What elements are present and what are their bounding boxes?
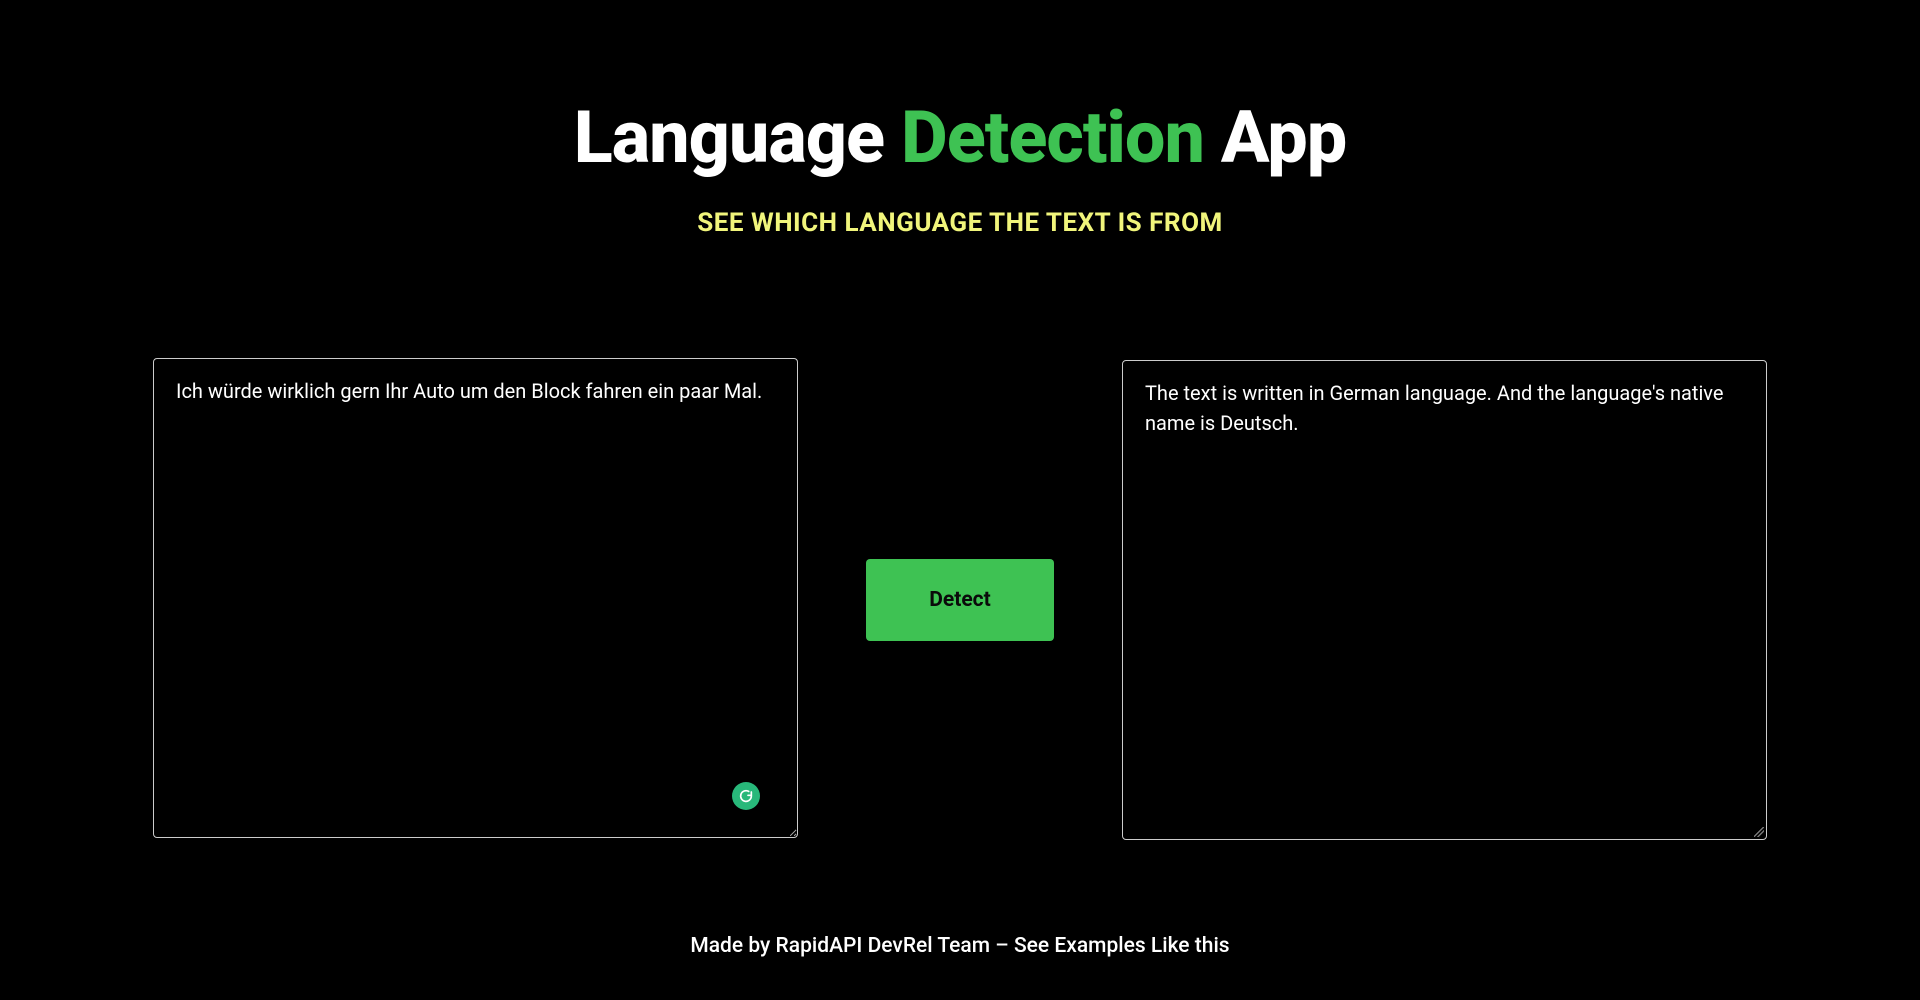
title-suffix: App bbox=[1204, 95, 1346, 180]
page-title: Language Detection App bbox=[574, 95, 1347, 180]
result-text: The text is written in German language. … bbox=[1145, 381, 1723, 435]
source-text-input[interactable] bbox=[153, 358, 798, 838]
footer-credit[interactable]: Made by RapidAPI DevRel Team – See Examp… bbox=[690, 934, 1229, 958]
result-output: The text is written in German language. … bbox=[1122, 360, 1767, 840]
main-row: Detect The text is written in German lan… bbox=[0, 358, 1920, 842]
title-prefix: Language bbox=[574, 95, 901, 180]
grammarly-icon[interactable] bbox=[732, 782, 760, 810]
page-subtitle: SEE WHICH LANGUAGE THE TEXT IS FROM bbox=[697, 208, 1223, 238]
detect-button[interactable]: Detect bbox=[866, 559, 1054, 641]
input-wrapper bbox=[153, 358, 798, 842]
title-accent: Detection bbox=[901, 95, 1204, 180]
